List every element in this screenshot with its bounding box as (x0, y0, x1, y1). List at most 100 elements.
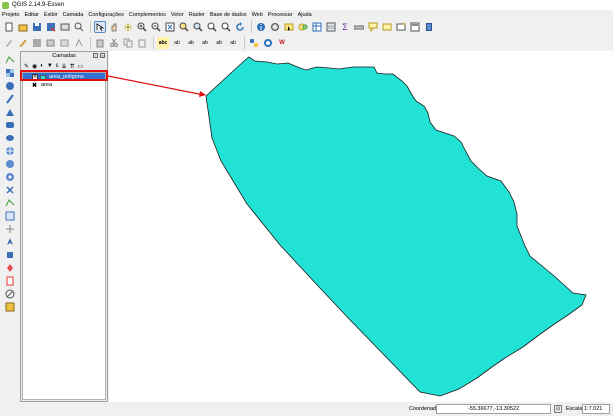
identify-icon[interactable] (255, 21, 267, 33)
deselect-icon[interactable] (297, 21, 309, 33)
add-raster-layer-icon[interactable] (4, 67, 16, 79)
help-icon[interactable] (423, 21, 435, 33)
filter-expression-icon[interactable]: ε (56, 63, 59, 69)
refresh-icon[interactable] (234, 21, 246, 33)
add-mssql-icon[interactable] (4, 106, 16, 118)
layer-item-area[interactable]: ✖ area (23, 81, 105, 89)
coordinate-field[interactable]: -55.36677,-13.30522 (436, 404, 551, 414)
add-wms-icon[interactable] (4, 145, 16, 157)
menu-item-4[interactable]: Configurações (88, 12, 123, 18)
menu-item-7[interactable]: Raster (189, 12, 205, 18)
print-composer-icon[interactable] (59, 21, 71, 33)
style-dock-icon[interactable] (4, 301, 16, 313)
gps-icon[interactable] (4, 236, 16, 248)
current-edits-icon[interactable] (3, 37, 15, 49)
zoom-last-icon[interactable] (206, 21, 218, 33)
show-bookmarks-icon[interactable] (409, 21, 421, 33)
select-icon[interactable] (283, 21, 295, 33)
menu-item-5[interactable]: Complementos (129, 12, 166, 18)
python-console-icon[interactable] (248, 37, 260, 49)
paste-features-icon[interactable] (136, 37, 148, 49)
add-group-icon[interactable]: ◉ (32, 63, 37, 70)
pan-icon[interactable] (94, 21, 106, 33)
show-hide-labels-icon[interactable]: ab (185, 37, 197, 49)
cut-features-icon[interactable] (108, 37, 120, 49)
add-db2-icon[interactable] (4, 132, 16, 144)
move-feature-icon[interactable] (59, 37, 71, 49)
menu-item-9[interactable]: Web (252, 12, 263, 18)
map-tips-icon[interactable] (395, 21, 407, 33)
zoom-out-icon[interactable] (150, 21, 162, 33)
float-panel-icon[interactable]: ▫ (93, 53, 98, 58)
zoom-selection-icon[interactable] (178, 21, 190, 33)
attribute-table-icon[interactable] (311, 21, 323, 33)
zoom-layer-icon[interactable] (192, 21, 204, 33)
composer-manager-icon[interactable] (73, 21, 85, 33)
menu-item-10[interactable]: Processar (268, 12, 293, 18)
toggle-editing-icon[interactable] (17, 37, 29, 49)
actions-icon[interactable] (269, 21, 281, 33)
remove-layer-icon[interactable]: ▭ (78, 63, 84, 70)
processing-icon[interactable] (4, 288, 16, 300)
lock-scale-icon[interactable]: ⊡ (554, 405, 562, 413)
save-edits-icon[interactable] (31, 37, 43, 49)
zoom-full-icon[interactable] (164, 21, 176, 33)
add-feature-icon[interactable] (45, 37, 57, 49)
new-spatialite-layer-icon[interactable] (4, 223, 16, 235)
filter-legend-icon[interactable]: ▼ (47, 63, 53, 69)
bookmarks-icon[interactable] (367, 21, 379, 33)
collapse-all-icon[interactable]: ⇈ (70, 63, 75, 70)
new-project-icon[interactable] (3, 21, 15, 33)
polygon-feature[interactable] (205, 56, 587, 397)
menu-item-11[interactable]: Ajuda (298, 12, 312, 18)
node-tool-icon[interactable] (73, 37, 85, 49)
pan-to-selection-icon[interactable] (122, 21, 134, 33)
toolbar-separator (244, 37, 245, 49)
add-spatialite-icon[interactable] (4, 93, 16, 105)
menu-item-6[interactable]: Vetor (171, 12, 184, 18)
annotation-icon[interactable] (353, 21, 365, 33)
add-virtual-layer-icon[interactable] (4, 197, 16, 209)
add-delimited-text-icon[interactable] (4, 184, 16, 196)
add-oracle-icon[interactable] (4, 119, 16, 131)
georeferencer-icon[interactable] (4, 262, 16, 274)
tips-icon[interactable] (381, 21, 393, 33)
new-shapefile-icon[interactable] (4, 210, 16, 222)
measure-icon[interactable]: Σ (339, 21, 351, 33)
save-project-icon[interactable] (31, 21, 43, 33)
add-vector-layer-icon[interactable] (4, 54, 16, 66)
grass-icon[interactable] (4, 275, 16, 287)
close-panel-icon[interactable]: × (100, 53, 105, 58)
change-label-icon[interactable]: ab (227, 37, 239, 49)
expand-all-icon[interactable]: ⇊ (62, 63, 67, 70)
delete-selected-icon[interactable] (94, 37, 106, 49)
rotate-label-icon[interactable]: ab (213, 37, 225, 49)
copy-features-icon[interactable] (122, 37, 134, 49)
menu-item-1[interactable]: Editar (24, 12, 38, 18)
toolbar-separator (90, 21, 91, 33)
zoom-next-icon[interactable] (220, 21, 232, 33)
manage-visibility-icon[interactable]: ◐ (40, 63, 44, 69)
save-as-icon[interactable] (45, 21, 57, 33)
touch-zoom-icon[interactable] (108, 21, 120, 33)
menu-item-0[interactable]: Projeto (2, 12, 19, 18)
add-wfs-icon[interactable] (4, 171, 16, 183)
menu-item-2[interactable]: Exibir (44, 12, 58, 18)
statistics-icon[interactable] (325, 21, 337, 33)
add-wcs-icon[interactable] (4, 158, 16, 170)
status-bar: Coordenada -55.36677,-13.30522 ⊡ Escala … (0, 402, 613, 416)
gdal-icon[interactable] (4, 249, 16, 261)
label-icon[interactable]: abc (157, 37, 169, 49)
open-project-icon[interactable] (17, 21, 29, 33)
menu-item-8[interactable]: Base de dados (210, 12, 247, 18)
scale-field[interactable]: 1:7.021 (582, 404, 610, 414)
open-layer-styling-icon[interactable]: ✎ (24, 63, 29, 70)
move-label-icon[interactable]: ab (199, 37, 211, 49)
wms-icon[interactable]: W (276, 37, 288, 49)
openlayers-icon[interactable] (262, 37, 274, 49)
pin-labels-icon[interactable]: ab (171, 37, 183, 49)
menu-item-3[interactable]: Camada (63, 12, 84, 18)
map-canvas[interactable] (109, 51, 613, 402)
add-postgis-icon[interactable] (4, 80, 16, 92)
zoom-in-icon[interactable] (136, 21, 148, 33)
